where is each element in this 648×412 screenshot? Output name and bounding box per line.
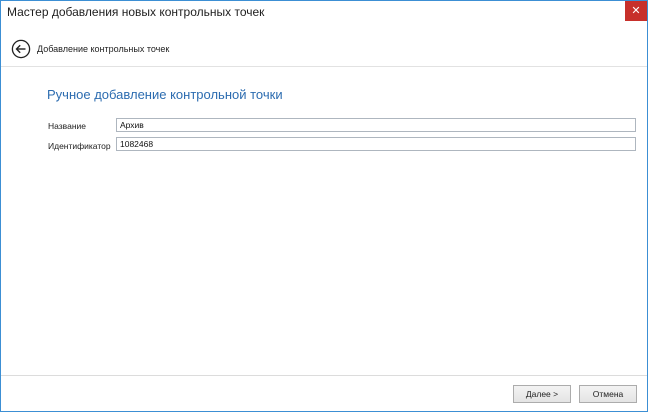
wizard-footer: Далее > Отмена (1, 375, 647, 411)
identifier-label: Идентификатор (48, 141, 111, 151)
wizard-nav-bar: Добавление контрольных точек (1, 34, 647, 67)
close-icon: ✕ (631, 4, 641, 17)
close-button[interactable]: ✕ (625, 1, 647, 21)
wizard-window: Мастер добавления новых контрольных точе… (0, 0, 648, 412)
title-bar: Мастер добавления новых контрольных точе… (1, 1, 647, 24)
name-input[interactable] (116, 118, 636, 132)
page-heading: Ручное добавление контрольной точки (47, 87, 283, 102)
name-label: Название (48, 121, 86, 131)
identifier-input[interactable] (116, 137, 636, 151)
back-arrow-circle-icon (11, 39, 31, 59)
window-title: Мастер добавления новых контрольных точе… (7, 5, 265, 19)
next-button[interactable]: Далее > (513, 385, 571, 403)
back-button[interactable] (11, 39, 31, 59)
wizard-step-title: Добавление контрольных точек (37, 44, 170, 54)
cancel-button[interactable]: Отмена (579, 385, 637, 403)
